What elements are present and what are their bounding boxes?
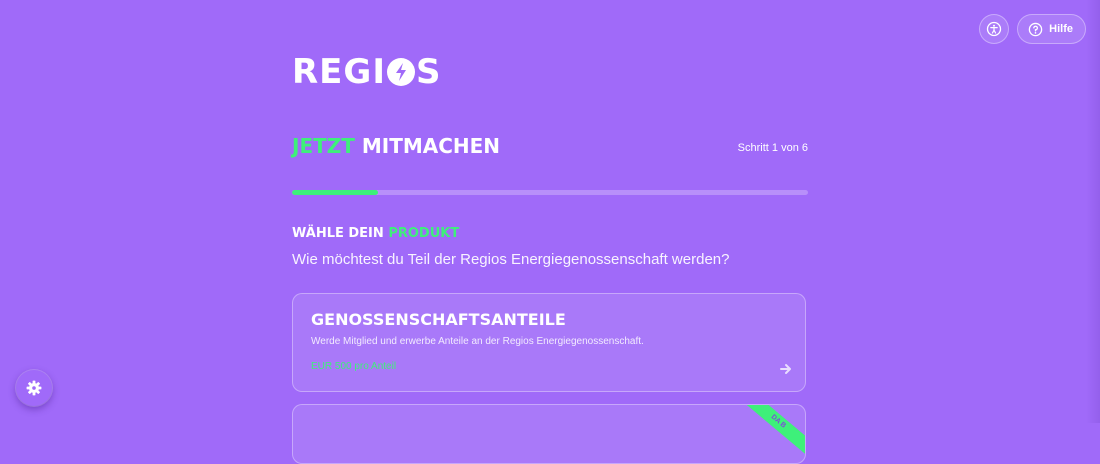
help-label: Hilfe (1049, 23, 1073, 35)
section-heading-start: WÄHLE DEIN (292, 226, 389, 241)
section-heading: WÄHLE DEIN PRODUKT (292, 226, 459, 241)
step-indicator: Schritt 1 von 6 (737, 142, 808, 154)
product-card-title: GENOSSENSCHAFTSANTEILE (311, 310, 566, 329)
regios-logo[interactable]: REGI S (292, 54, 441, 90)
help-circle-icon (1028, 22, 1043, 36)
settings-button[interactable] (16, 370, 52, 406)
help-button[interactable]: Hilfe (1017, 14, 1086, 44)
gear-icon (26, 380, 42, 396)
progress-bar (292, 190, 808, 195)
page-title-rest: MITMACHEN (354, 134, 501, 158)
page-title-accent: JETZT (292, 134, 355, 158)
section-question: Wie möchtest du Teil der Regios Energieg… (292, 251, 730, 268)
lightning-bolt-icon (386, 58, 415, 86)
progress-bar-fill (292, 190, 378, 195)
section-heading-accent: PRODUKT (388, 226, 460, 241)
product-card-second[interactable]: DA B (292, 404, 806, 464)
product-card-description: Werde Mitglied und erwerbe Anteile an de… (311, 336, 644, 347)
top-bar: Hilfe (979, 14, 1086, 44)
page-edge-shadow (1086, 0, 1100, 423)
arrow-right-icon (779, 362, 793, 381)
logo-text-start: REGI (292, 52, 386, 92)
logo-text-end: S (415, 52, 442, 92)
product-card-genossenschaftsanteile[interactable]: GENOSSENSCHAFTSANTEILE Werde Mitglied un… (292, 293, 806, 392)
page-title: JETZT MITMACHEN (292, 134, 500, 158)
accessibility-button[interactable] (979, 14, 1010, 44)
product-card-price: EUR 500 pro Anteil (311, 361, 397, 372)
accessibility-icon (987, 21, 1002, 37)
product-card-ribbon: DA B (731, 405, 805, 463)
